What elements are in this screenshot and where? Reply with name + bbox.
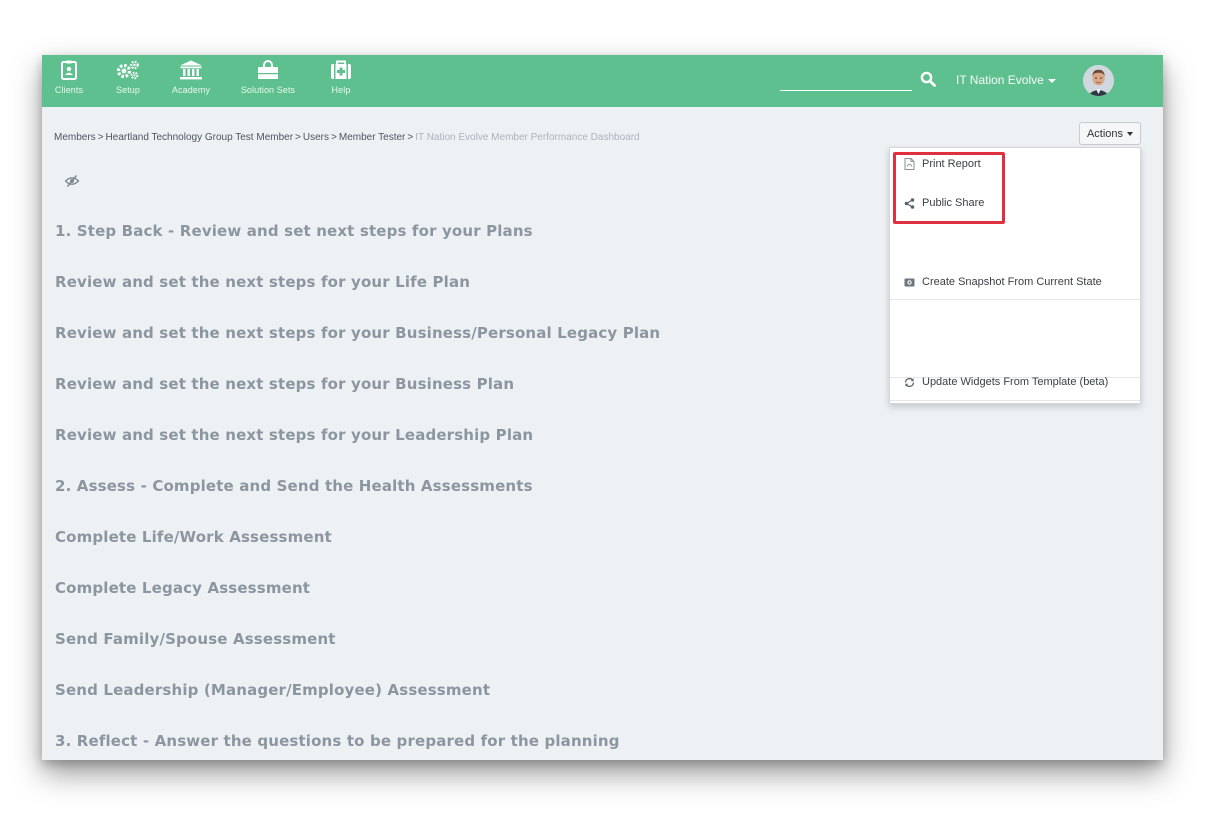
nav-item-setup[interactable]: Setup bbox=[110, 55, 146, 107]
section-heading: Review and set the next steps for your B… bbox=[55, 324, 661, 342]
breadcrumb-member-tester[interactable]: Member Tester bbox=[339, 132, 406, 143]
actions-dropdown-button[interactable]: Actions bbox=[1079, 122, 1141, 145]
clipboard-user-icon bbox=[61, 60, 77, 80]
menu-divider bbox=[890, 299, 1140, 300]
nav-label-setup: Setup bbox=[115, 85, 141, 95]
menu-item-label: Update Widgets From Template (beta) bbox=[922, 376, 1109, 388]
breadcrumb-current-page: IT Nation Evolve Member Performance Dash… bbox=[415, 132, 640, 143]
section-heading: 2. Assess - Complete and Send the Health… bbox=[55, 477, 533, 495]
share-icon bbox=[903, 197, 915, 209]
section-heading: Complete Legacy Assessment bbox=[55, 579, 311, 597]
breadcrumb-separator: > bbox=[331, 132, 337, 143]
breadcrumb-separator: > bbox=[97, 132, 104, 143]
search-icon[interactable] bbox=[920, 71, 936, 87]
eye-slash-icon[interactable] bbox=[64, 174, 80, 188]
menu-item-label: Public Share bbox=[922, 197, 985, 209]
actions-button-label: Actions bbox=[1086, 127, 1124, 140]
section-heading: Send Family/Spouse Assessment bbox=[55, 630, 336, 648]
section-heading: 1. Step Back - Review and set next steps… bbox=[55, 222, 533, 240]
menu-divider bbox=[890, 400, 1140, 401]
caret-down-icon bbox=[1127, 131, 1134, 136]
nav-item-help[interactable]: Help bbox=[326, 55, 356, 107]
breadcrumb-separator: > bbox=[407, 132, 414, 143]
section-heading: 3. Reflect - Answer the questions to be … bbox=[55, 732, 620, 750]
file-pdf-icon bbox=[903, 158, 915, 170]
bank-icon bbox=[180, 60, 202, 80]
actions-dropdown-menu: Print Report Public Share Create Snapsho… bbox=[889, 147, 1141, 404]
camera-icon bbox=[903, 276, 915, 288]
nav-item-academy[interactable]: Academy bbox=[166, 55, 216, 107]
nav-label-help: Help bbox=[331, 85, 351, 95]
gears-icon bbox=[116, 60, 139, 80]
section-heading: Complete Life/Work Assessment bbox=[55, 528, 332, 546]
menu-item-create-snapshot[interactable]: Create Snapshot From Current State bbox=[903, 276, 1102, 288]
nav-item-clients[interactable]: Clients bbox=[51, 55, 87, 107]
nav-label-clients: Clients bbox=[54, 85, 84, 95]
medkit-icon bbox=[331, 60, 351, 79]
account-dropdown[interactable]: IT Nation Evolve bbox=[956, 72, 1056, 88]
menu-item-public-share[interactable]: Public Share bbox=[903, 197, 984, 209]
account-name: IT Nation Evolve bbox=[956, 73, 1044, 87]
breadcrumb-users[interactable]: Users bbox=[303, 132, 329, 143]
breadcrumb-members[interactable]: Members bbox=[54, 132, 96, 143]
section-heading: Send Leadership (Manager/Employee) Asses… bbox=[55, 681, 491, 699]
refresh-icon bbox=[903, 376, 915, 388]
nav-item-solution-sets[interactable]: Solution Sets bbox=[235, 55, 301, 107]
shopping-bag-icon bbox=[258, 60, 278, 79]
breadcrumb-separator: > bbox=[295, 132, 301, 143]
breadcrumb-member-group[interactable]: Heartland Technology Group Test Member bbox=[106, 132, 294, 143]
section-heading: Review and set the next steps for your L… bbox=[55, 273, 471, 291]
section-heading: Review and set the next steps for your B… bbox=[55, 375, 515, 393]
top-nav-bar: Clients Setup Academy Solution Sets Help… bbox=[42, 55, 1163, 107]
search-input[interactable] bbox=[780, 77, 912, 91]
user-photo-icon bbox=[1083, 65, 1114, 96]
breadcrumb: Members > Heartland Technology Group Test … bbox=[54, 132, 640, 143]
app-window: Clients Setup Academy Solution Sets Help… bbox=[42, 55, 1163, 760]
avatar[interactable] bbox=[1083, 65, 1114, 96]
nav-label-solution-sets: Solution Sets bbox=[240, 85, 296, 95]
menu-item-label: Create Snapshot From Current State bbox=[922, 276, 1102, 288]
menu-item-update-widgets[interactable]: Update Widgets From Template (beta) bbox=[903, 376, 1108, 388]
menu-item-print-report[interactable]: Print Report bbox=[903, 158, 981, 170]
section-heading: Review and set the next steps for your L… bbox=[55, 426, 534, 444]
chevron-down-icon bbox=[1047, 78, 1056, 83]
menu-item-label: Print Report bbox=[922, 158, 981, 170]
nav-label-academy: Academy bbox=[171, 85, 211, 95]
